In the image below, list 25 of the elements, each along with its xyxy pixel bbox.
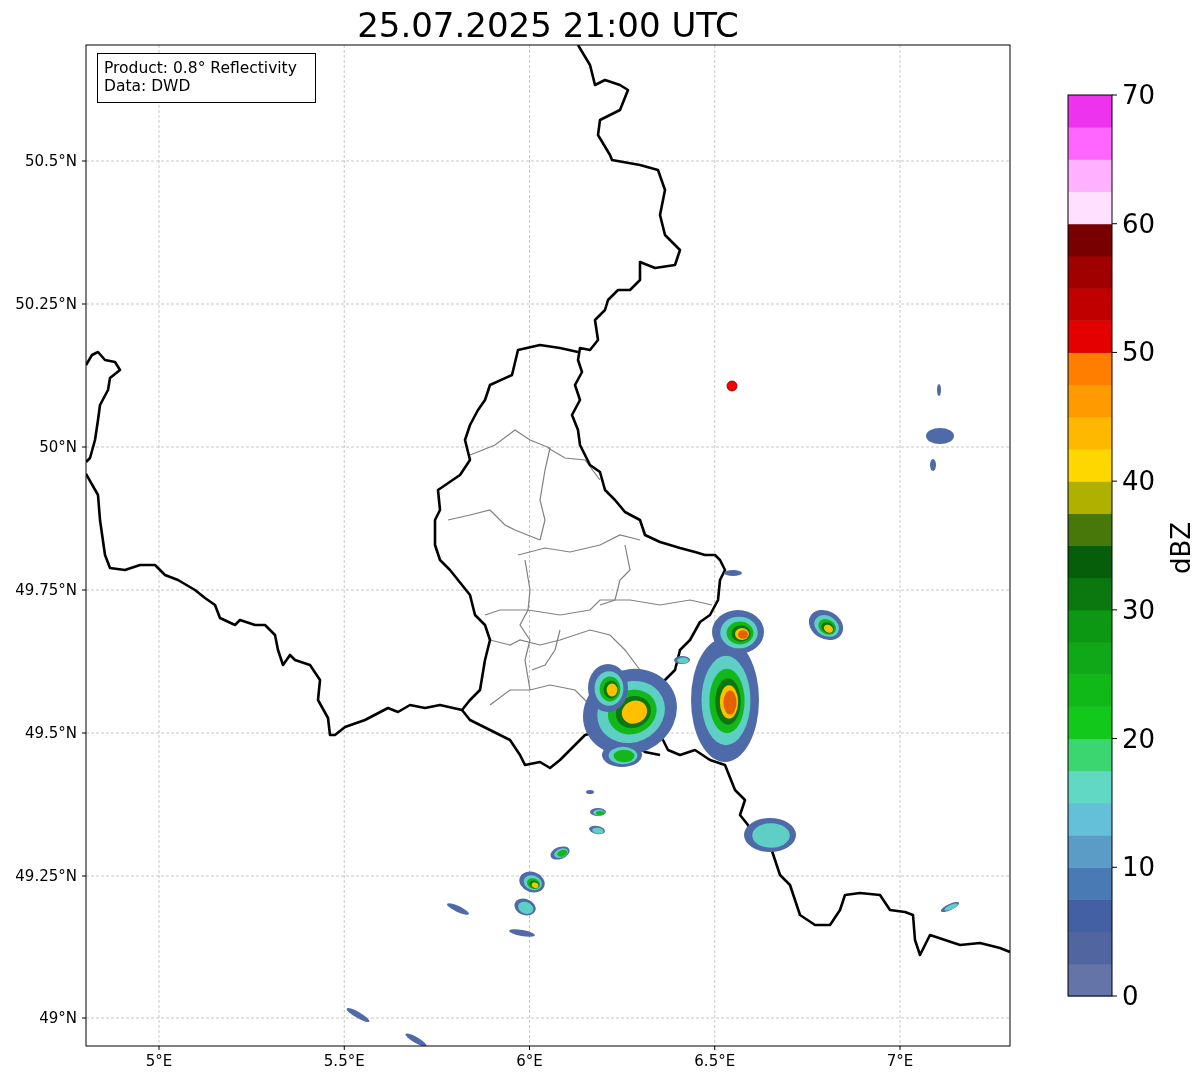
axis-tick-label: 50.25°N	[15, 295, 77, 313]
axis-tick-label: 5.5°E	[323, 1052, 365, 1070]
location-marker	[726, 380, 738, 392]
axis-tick-label: 6.5°E	[694, 1052, 736, 1070]
colorbar-tick-label: 40	[1122, 466, 1156, 497]
legend-text: Product: 0.8° Reflectivity	[104, 59, 297, 77]
colorbar-tick-label: 0	[1122, 981, 1139, 1011]
axis-tick-label: 5°E	[145, 1052, 173, 1070]
colorbar-tick-label: 60	[1122, 208, 1156, 239]
axis-tick-label: 49°N	[39, 1009, 77, 1027]
colorbar-tick-label: 10	[1122, 852, 1156, 883]
axis-tick-label: 49.5°N	[24, 724, 77, 742]
colorbar-tick-label: 30	[1122, 594, 1156, 625]
colorbar-tick-label: 50	[1122, 337, 1156, 368]
chart-title: 25.07.2025 21:00 UTC	[357, 5, 739, 45]
colorbar-label: dBZ	[1166, 521, 1196, 575]
axis-tick-label: 7°E	[886, 1052, 914, 1070]
axis-tick-label: 50.5°N	[24, 152, 77, 170]
colorbar-tick-label: 20	[1122, 723, 1156, 754]
axis-tick-label: 49.25°N	[15, 867, 77, 885]
legend-text: Data: DWD	[104, 77, 191, 95]
axis-tick-label: 49.75°N	[15, 581, 77, 599]
axis-tick-label: 6°E	[516, 1052, 543, 1070]
axis-tick-label: 50°N	[39, 438, 77, 456]
colorbar-tick-label: 70	[1122, 80, 1156, 110]
